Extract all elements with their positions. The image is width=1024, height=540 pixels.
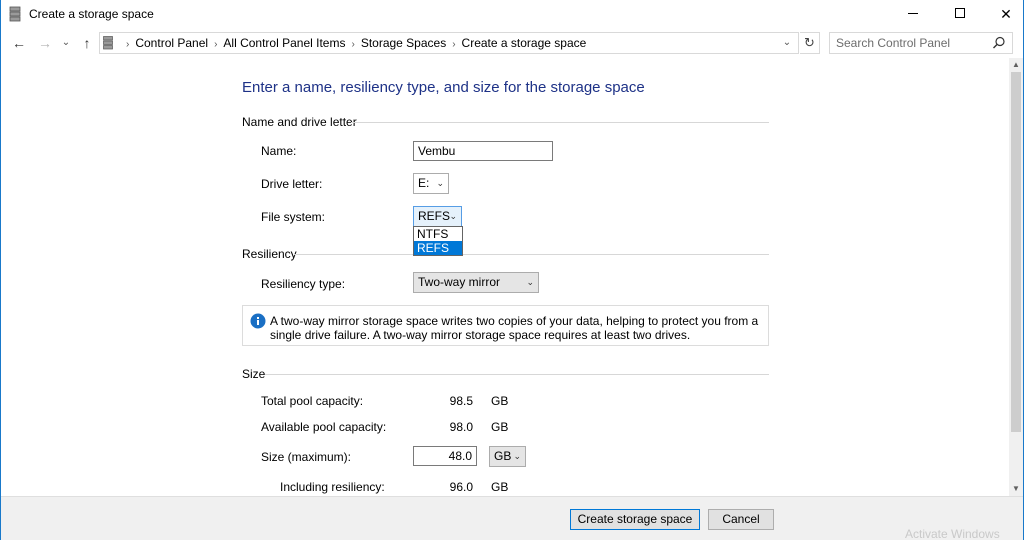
search-placeholder: Search Control Panel bbox=[836, 36, 951, 50]
file-system-option-refs[interactable]: REFS bbox=[414, 241, 462, 255]
arrow-right-icon: → bbox=[38, 35, 52, 51]
total-pool-capacity-value: 98.5 bbox=[449, 394, 473, 408]
chevron-down-icon: ⌄ bbox=[782, 37, 792, 48]
chevron-right-icon[interactable]: › bbox=[452, 39, 455, 50]
including-resiliency-unit: GB bbox=[491, 480, 509, 494]
scroll-up-button[interactable]: ▲ bbox=[1009, 58, 1023, 72]
file-system-select[interactable]: REFS ⌄ bbox=[413, 206, 462, 227]
section-divider bbox=[265, 374, 769, 375]
close-icon: ✕ bbox=[1000, 6, 1012, 22]
section-name-drive-letter: Name and drive letter bbox=[242, 115, 357, 129]
section-divider bbox=[351, 122, 769, 123]
storage-spaces-icon bbox=[103, 36, 113, 50]
file-system-dropdown: NTFS REFS bbox=[413, 226, 463, 256]
size-input-value: 48.0 bbox=[448, 449, 472, 463]
activation-watermark: Activate Windows bbox=[905, 527, 1000, 540]
cancel-button[interactable]: Cancel bbox=[708, 509, 774, 530]
chevron-down-icon: ▼ bbox=[1012, 484, 1020, 493]
forward-button[interactable]: → bbox=[35, 32, 55, 54]
total-pool-capacity-label: Total pool capacity: bbox=[261, 394, 364, 408]
maximize-button[interactable] bbox=[937, 0, 983, 28]
resiliency-type-select[interactable]: Two-way mirror ⌄ bbox=[413, 272, 539, 293]
breadcrumb-all-items[interactable]: All Control Panel Items bbox=[223, 36, 345, 50]
info-icon bbox=[250, 313, 266, 329]
breadcrumb: › Control Panel › All Control Panel Items › S… bbox=[120, 33, 586, 53]
file-system-label: File system: bbox=[261, 210, 326, 224]
search-icon bbox=[993, 36, 1005, 49]
section-size: Size bbox=[242, 367, 266, 381]
drive-letter-value: E: bbox=[418, 176, 430, 190]
address-bar[interactable]: › Control Panel › All Control Panel Items › S… bbox=[99, 32, 799, 54]
create-storage-space-window: Create a storage space ✕ ← → ⌄ ↑ › Contr… bbox=[0, 0, 1024, 540]
back-button[interactable]: ← bbox=[9, 32, 29, 54]
refresh-icon: ↻ bbox=[804, 35, 815, 50]
address-history-dropdown[interactable]: ⌄ bbox=[777, 32, 797, 54]
chevron-right-icon[interactable]: › bbox=[214, 39, 217, 50]
resiliency-type-value: Two-way mirror bbox=[418, 275, 501, 289]
chevron-right-icon: › bbox=[126, 39, 130, 50]
chevron-down-icon: ⌄ bbox=[526, 277, 534, 287]
file-system-value: REFS bbox=[418, 209, 451, 223]
window-title: Create a storage space bbox=[29, 7, 154, 21]
main-content: Enter a name, resiliency type, and size … bbox=[1, 58, 1009, 496]
chevron-down-icon: ⌄ bbox=[449, 211, 457, 221]
refresh-button[interactable]: ↻ bbox=[800, 32, 820, 54]
navigation-bar: ← → ⌄ ↑ › Control Panel › All Control Panel… bbox=[1, 28, 1023, 58]
chevron-down-icon: ⌄ bbox=[61, 37, 71, 48]
arrow-up-icon: ↑ bbox=[83, 35, 91, 51]
create-storage-space-button[interactable]: Create storage space bbox=[570, 509, 700, 530]
drive-letter-select[interactable]: E: ⌄ bbox=[413, 173, 449, 194]
size-maximum-label: Size (maximum): bbox=[261, 450, 352, 464]
minimize-icon bbox=[908, 13, 918, 14]
chevron-up-icon: ▲ bbox=[1012, 60, 1020, 69]
breadcrumb-control-panel[interactable]: Control Panel bbox=[135, 36, 208, 50]
breadcrumb-create-storage-space[interactable]: Create a storage space bbox=[462, 36, 587, 50]
size-unit-select[interactable]: GB ⌄ bbox=[489, 446, 526, 467]
name-field-value: Vembu bbox=[418, 144, 456, 158]
section-resiliency: Resiliency bbox=[242, 247, 297, 261]
available-pool-capacity-unit: GB bbox=[491, 420, 509, 434]
resiliency-info-box: A two-way mirror storage space writes tw… bbox=[242, 305, 769, 346]
including-resiliency-value: 96.0 bbox=[449, 480, 473, 494]
drive-letter-label: Drive letter: bbox=[261, 177, 323, 191]
maximize-icon bbox=[955, 8, 965, 18]
storage-spaces-icon bbox=[9, 6, 21, 22]
footer-bar: Create storage space Cancel Activate Win… bbox=[1, 496, 1023, 540]
search-input[interactable]: Search Control Panel bbox=[829, 32, 1013, 54]
available-pool-capacity-label: Available pool capacity: bbox=[261, 420, 387, 434]
scroll-thumb[interactable] bbox=[1011, 72, 1021, 432]
scroll-down-button[interactable]: ▼ bbox=[1009, 482, 1023, 496]
resiliency-type-label: Resiliency type: bbox=[261, 277, 346, 291]
name-label: Name: bbox=[261, 144, 297, 158]
vertical-scrollbar[interactable]: ▲ ▼ bbox=[1009, 58, 1023, 496]
file-system-option-ntfs[interactable]: NTFS bbox=[414, 227, 462, 241]
section-divider bbox=[294, 254, 769, 255]
including-resiliency-label: Including resiliency: bbox=[280, 480, 385, 494]
title-bar: Create a storage space ✕ bbox=[1, 0, 1023, 28]
available-pool-capacity-value: 98.0 bbox=[449, 420, 473, 434]
total-pool-capacity-unit: GB bbox=[491, 394, 509, 408]
breadcrumb-storage-spaces[interactable]: Storage Spaces bbox=[361, 36, 446, 50]
chevron-right-icon[interactable]: › bbox=[351, 39, 354, 50]
recent-locations-button[interactable]: ⌄ bbox=[59, 32, 73, 54]
minimize-button[interactable] bbox=[891, 0, 937, 28]
size-input[interactable]: 48.0 bbox=[413, 446, 477, 466]
resiliency-info-text: A two-way mirror storage space writes tw… bbox=[270, 314, 759, 342]
page-title: Enter a name, resiliency type, and size … bbox=[242, 79, 645, 96]
up-button[interactable]: ↑ bbox=[77, 32, 97, 54]
name-field[interactable]: Vembu bbox=[413, 141, 553, 161]
chevron-down-icon: ⌄ bbox=[513, 451, 521, 461]
chevron-down-icon: ⌄ bbox=[436, 178, 444, 188]
close-button[interactable]: ✕ bbox=[983, 0, 1024, 28]
arrow-left-icon: ← bbox=[12, 35, 26, 51]
size-unit-value: GB bbox=[494, 449, 512, 463]
